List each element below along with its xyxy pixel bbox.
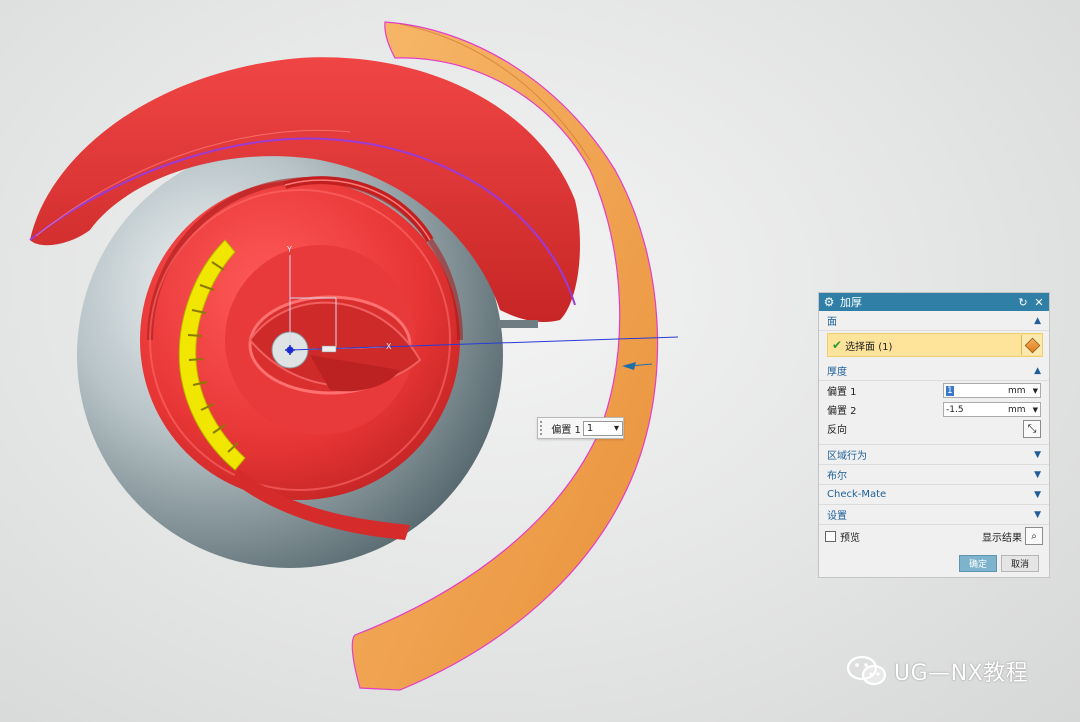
ok-button[interactable]: 确定 [959,555,997,572]
magnifier-icon: ⌕ [1031,530,1037,542]
thicken-dialog: ⚙ 加厚 ↻ ✕ 面 ▲ ✔ 选择面 (1) 厚度 ▲ 偏置 1 1 mm ▼ … [818,292,1050,578]
section-face-header[interactable]: 面 ▲ [819,311,1049,331]
floating-offset-label: 偏置 1 [551,424,581,436]
section-checkmate-header[interactable]: Check-Mate ▼ [819,485,1049,505]
select-face-label: 选择面 (1) [845,341,893,353]
offset2-input[interactable]: -1.5 mm ▼ [943,402,1041,417]
face-selector-button[interactable] [1021,335,1042,355]
section-settings-label: 设置 [827,511,847,522]
section-divider [819,438,1049,445]
chevron-down-icon[interactable]: ▾ [614,423,619,434]
offset2-row: 偏置 2 -1.5 mm ▼ [819,400,1049,419]
y-axis-label: Y [286,245,292,254]
offset2-label: 偏置 2 [827,406,857,417]
chevron-down-icon[interactable]: ▼ [1034,450,1041,460]
reverse-direction-button[interactable]: ⤡ [1023,419,1041,438]
section-face-label: 面 [827,317,837,328]
section-thickness-header[interactable]: 厚度 ▲ [819,361,1049,381]
chevron-up-icon[interactable]: ▲ [1034,316,1041,326]
cube-face-icon [1024,337,1040,353]
show-result-label: 显示结果 [982,532,1022,544]
watermark-text: UG—NX教程 [894,661,1029,686]
chevron-down-icon[interactable]: ▼ [1034,490,1041,500]
offset1-label: 偏置 1 [827,387,857,398]
chevron-up-icon[interactable]: ▲ [1034,366,1041,376]
section-region-header[interactable]: 区域行为 ▼ [819,445,1049,465]
offset1-unit[interactable]: mm [1008,386,1030,396]
offset2-unit[interactable]: mm [1008,405,1030,415]
floating-offset-value[interactable]: 1 ▾ [582,420,623,436]
offset1-floating-input[interactable]: 偏置 1 1 ▾ [537,417,624,439]
chevron-down-icon[interactable]: ▼ [1030,406,1038,414]
chevron-down-icon[interactable]: ▼ [1034,510,1041,520]
section-thickness-label: 厚度 [827,367,847,378]
check-icon: ✔ [832,338,843,352]
show-result-button[interactable]: ⌕ [1025,527,1043,545]
gear-icon[interactable]: ⚙ [823,295,835,309]
section-checkmate-label: Check-Mate [827,489,887,500]
floating-offset-text[interactable]: 1 [587,423,593,434]
section-boolean-header[interactable]: 布尔 ▼ [819,465,1049,485]
offset1-input[interactable]: 1 mm ▼ [943,383,1041,398]
dialog-title: 加厚 [840,296,862,309]
reverse-arrows-icon: ⤡ [1027,422,1037,435]
drag-grip-icon[interactable] [540,421,547,435]
wechat-logo-icon [846,655,887,686]
chevron-down-icon[interactable]: ▼ [1030,387,1038,395]
preview-checkbox[interactable] [825,530,836,542]
section-boolean-label: 布尔 [827,471,847,482]
chevron-down-icon[interactable]: ▼ [1034,470,1041,480]
offset1-value[interactable]: 1 [946,385,954,396]
section-settings-header[interactable]: 设置 ▼ [819,505,1049,525]
cancel-button[interactable]: 取消 [1001,555,1039,572]
preview-row: 预览 显示结果 ⌕ [819,525,1049,547]
reverse-row: 反向 ⤡ [819,419,1049,438]
section-region-label: 区域行为 [827,451,867,462]
x-axis-label: X [386,342,392,351]
watermark: UG—NX教程 [846,654,1028,688]
dialog-titlebar[interactable]: ⚙ 加厚 ↻ ✕ [819,293,1049,311]
select-face-row[interactable]: ✔ 选择面 (1) [827,333,1043,357]
reverse-label: 反向 [827,425,847,436]
offset1-row: 偏置 1 1 mm ▼ [819,381,1049,400]
close-icon[interactable]: ✕ [1033,296,1045,309]
offset2-value[interactable]: -1.5 [946,405,1008,415]
preview-label: 预览 [840,532,860,544]
dialog-buttons: 确定 取消 [819,547,1049,572]
reset-icon[interactable]: ↻ [1017,296,1029,309]
